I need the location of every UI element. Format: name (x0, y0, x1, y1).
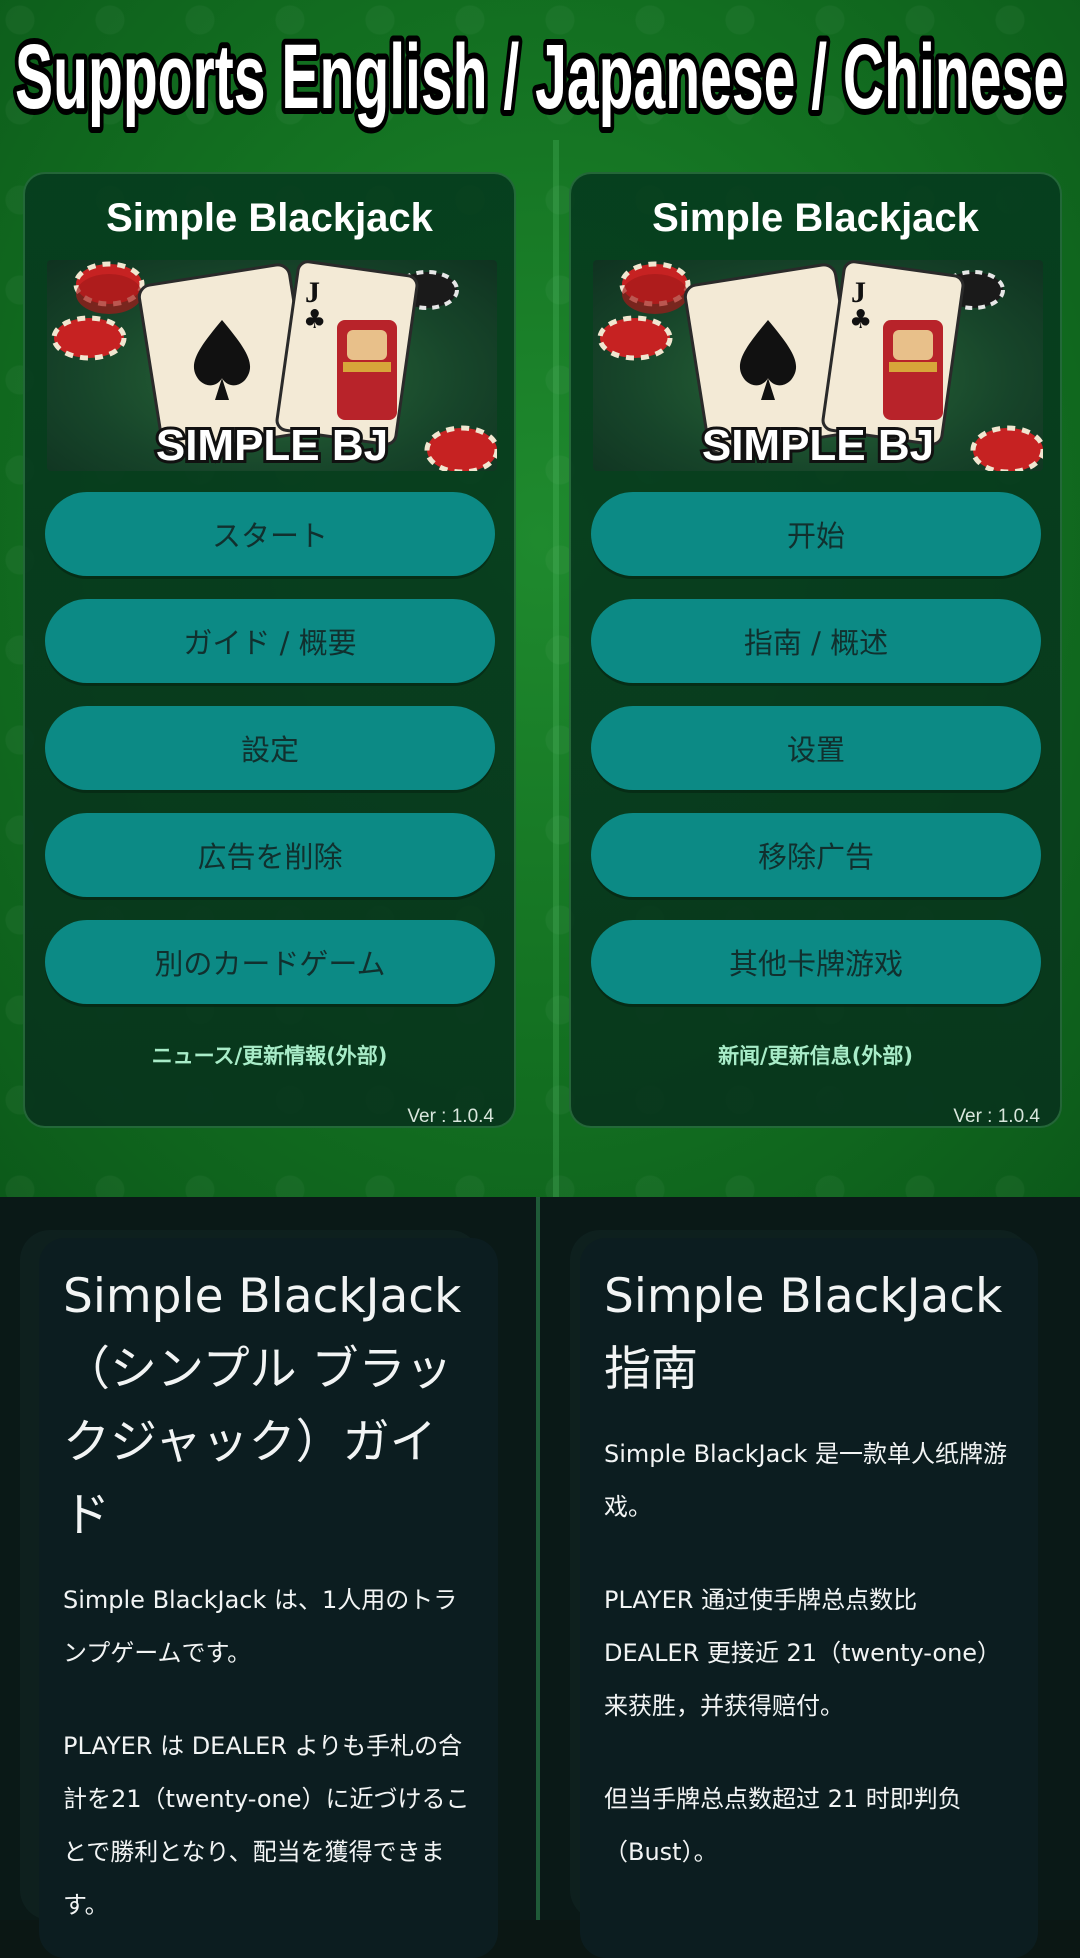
app-logo: J ♣ SIMPLE BJ (593, 260, 1043, 471)
japanese-menu-screen: Simple Blackjack J ♣ SIMPLE BJ スタート ガイド … (23, 172, 516, 1128)
guide-paragraph: PLAYER 通过使手牌总点数比 DEALER 更接近 21（twenty-on… (604, 1586, 1002, 1720)
logo-text: SIMPLE BJ (156, 421, 388, 470)
app-logo: J ♣ SIMPLE BJ (47, 260, 497, 471)
guide-title: Simple BlackJack 指南 (604, 1269, 1003, 1397)
guide-button[interactable]: ガイド / 概要 (45, 599, 495, 683)
logo-text: SIMPLE BJ (702, 421, 934, 470)
guide-title: Simple BlackJack（シンプル ブラックジャック）ガイド (63, 1269, 462, 1543)
app-title: Simple Blackjack (652, 196, 979, 240)
guide-paragraph: Simple BlackJack 是一款单人纸牌游戏。 (604, 1440, 1008, 1521)
news-link[interactable]: ニュース/更新情報(外部) (25, 1040, 514, 1070)
start-button[interactable]: スタート (45, 492, 495, 576)
guide-paragraph: PLAYER は DEALER よりも手札の合計を21（twenty-one）に… (63, 1732, 470, 1919)
headline-banner: Supports English / Japanese / Chinese (0, 8, 1080, 143)
settings-button[interactable]: 設定 (45, 706, 495, 790)
jack-of-clubs-card-icon: J ♣ (821, 260, 965, 446)
app-title: Simple Blackjack (106, 196, 433, 240)
guide-paragraph: 但当手牌总点数超过 21 时即判负（Bust）。 (604, 1785, 962, 1866)
guide-paragraph: Simple BlackJack は、1人用のトランプゲームです。 (63, 1586, 458, 1667)
chinese-menu-screen: Simple Blackjack J ♣ SIMPLE BJ 开始 指南 / 概… (569, 172, 1062, 1128)
chinese-guide-panel: Simple BlackJack 指南 Simple BlackJack 是一款… (580, 1238, 1038, 1958)
other-card-games-button[interactable]: 別のカードゲーム (45, 920, 495, 1004)
start-button[interactable]: 开始 (591, 492, 1041, 576)
japanese-guide-panel: Simple BlackJack（シンプル ブラックジャック）ガイド Simpl… (39, 1238, 498, 1958)
version-label: Ver : 1.0.4 (953, 1106, 1040, 1127)
screen-divider (553, 140, 559, 1197)
version-label: Ver : 1.0.4 (407, 1106, 494, 1127)
other-card-games-button[interactable]: 其他卡牌游戏 (591, 920, 1041, 1004)
news-link[interactable]: 新闻/更新信息(外部) (571, 1040, 1060, 1070)
svg-text:♣: ♣ (849, 305, 872, 335)
remove-ads-button[interactable]: 移除广告 (591, 813, 1041, 897)
guide-button[interactable]: 指南 / 概述 (591, 599, 1041, 683)
guide-divider (536, 1197, 540, 1920)
remove-ads-button[interactable]: 広告を削除 (45, 813, 495, 897)
settings-button[interactable]: 设置 (591, 706, 1041, 790)
headline-text: Supports English / Japanese / Chinese (15, 26, 1065, 128)
jack-of-clubs-card-icon: J ♣ (275, 260, 419, 446)
svg-text:♣: ♣ (303, 305, 326, 335)
